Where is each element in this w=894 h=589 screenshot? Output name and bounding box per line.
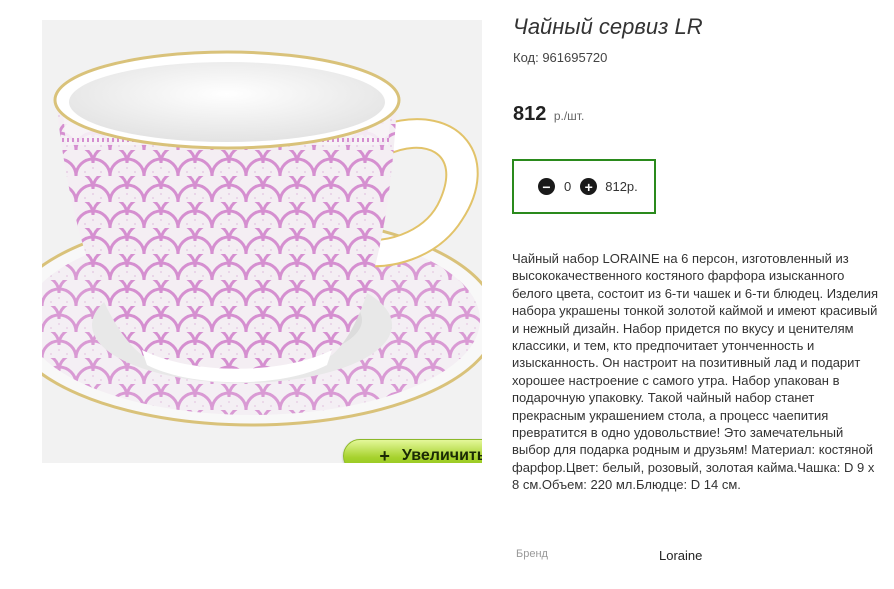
price-unit: р./шт. <box>553 109 585 123</box>
quantity-value[interactable]: 0 <box>564 179 571 194</box>
product-sku: Код: 961695720 <box>513 50 608 65</box>
product-description: Чайный набор LORAINE на 6 персон, изгото… <box>512 251 878 493</box>
minus-circle-icon[interactable]: − <box>538 178 555 195</box>
quantity-total: 812р. <box>605 179 638 194</box>
plus-circle-icon[interactable]: + <box>580 178 598 195</box>
product-price: 812 р./шт. <box>513 103 584 126</box>
product-title: Чайный сервиз LR <box>513 14 703 39</box>
zoom-button[interactable]: + Увеличить <box>343 439 482 463</box>
tea-cup-illustration <box>42 20 482 463</box>
quantity-selector: − 0 + 812р. <box>512 159 656 214</box>
brand-value[interactable]: Loraine <box>659 548 702 563</box>
plus-icon: + <box>379 445 390 464</box>
brand-label: Бренд <box>516 548 548 560</box>
price-amount: 812 <box>513 103 547 125</box>
zoom-button-label: Увеличить <box>401 447 482 463</box>
product-image[interactable]: + Увеличить <box>42 20 482 463</box>
